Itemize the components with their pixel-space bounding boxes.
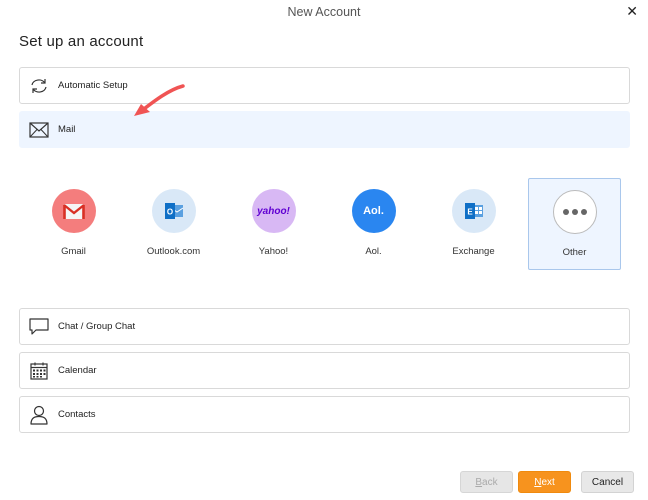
- mail-row[interactable]: Mail: [19, 111, 630, 148]
- person-icon: [20, 397, 58, 432]
- envelope-icon: [20, 112, 58, 147]
- mail-provider-grid: Gmail O Outlook.com yahoo! Yahoo! Aol. A…: [24, 178, 624, 270]
- provider-other[interactable]: Other: [528, 178, 621, 270]
- svg-text:O: O: [166, 208, 172, 217]
- outlook-logo-icon: O: [151, 189, 196, 233]
- exchange-logo-icon: E: [451, 189, 496, 233]
- exchange-label: Exchange: [452, 246, 495, 257]
- calendar-row[interactable]: Calendar: [19, 352, 630, 389]
- next-button[interactable]: Next: [518, 471, 571, 493]
- provider-outlook[interactable]: O Outlook.com: [127, 178, 220, 270]
- gmail-logo-icon: [51, 189, 96, 233]
- contacts-row[interactable]: Contacts: [19, 396, 630, 433]
- automatic-setup-label: Automatic Setup: [58, 80, 128, 91]
- contacts-label: Contacts: [58, 409, 96, 420]
- chat-row[interactable]: Chat / Group Chat: [19, 308, 630, 345]
- window-title: New Account: [287, 5, 361, 19]
- provider-yahoo[interactable]: yahoo! Yahoo!: [227, 178, 320, 270]
- page-title: Set up an account: [19, 33, 144, 50]
- other-label: Other: [562, 247, 587, 258]
- more-dots-icon: [552, 190, 597, 234]
- provider-aol[interactable]: Aol. Aol.: [327, 178, 420, 270]
- back-button[interactable]: Back: [460, 471, 513, 493]
- provider-exchange[interactable]: E Exchange: [427, 178, 520, 270]
- annotation-arrow: [134, 84, 185, 116]
- mail-label: Mail: [58, 124, 76, 135]
- provider-gmail[interactable]: Gmail: [27, 178, 120, 270]
- chat-bubble-icon: [20, 309, 58, 344]
- automatic-setup-row[interactable]: Automatic Setup: [19, 67, 630, 104]
- aol-logo-icon: Aol.: [351, 189, 396, 233]
- calendar-label: Calendar: [58, 365, 97, 376]
- aol-label: Aol.: [365, 246, 382, 257]
- svg-text:E: E: [467, 208, 473, 217]
- yahoo-logo-icon: yahoo!: [251, 189, 296, 233]
- calendar-icon: [20, 353, 58, 388]
- title-bar: New Account ✕: [0, 0, 648, 26]
- refresh-icon: [20, 68, 58, 103]
- chat-label: Chat / Group Chat: [58, 321, 136, 332]
- cancel-button[interactable]: Cancel: [581, 471, 634, 493]
- yahoo-label: Yahoo!: [258, 246, 289, 257]
- gmail-label: Gmail: [61, 246, 86, 257]
- close-icon[interactable]: ✕: [626, 3, 638, 20]
- outlook-label: Outlook.com: [146, 246, 201, 257]
